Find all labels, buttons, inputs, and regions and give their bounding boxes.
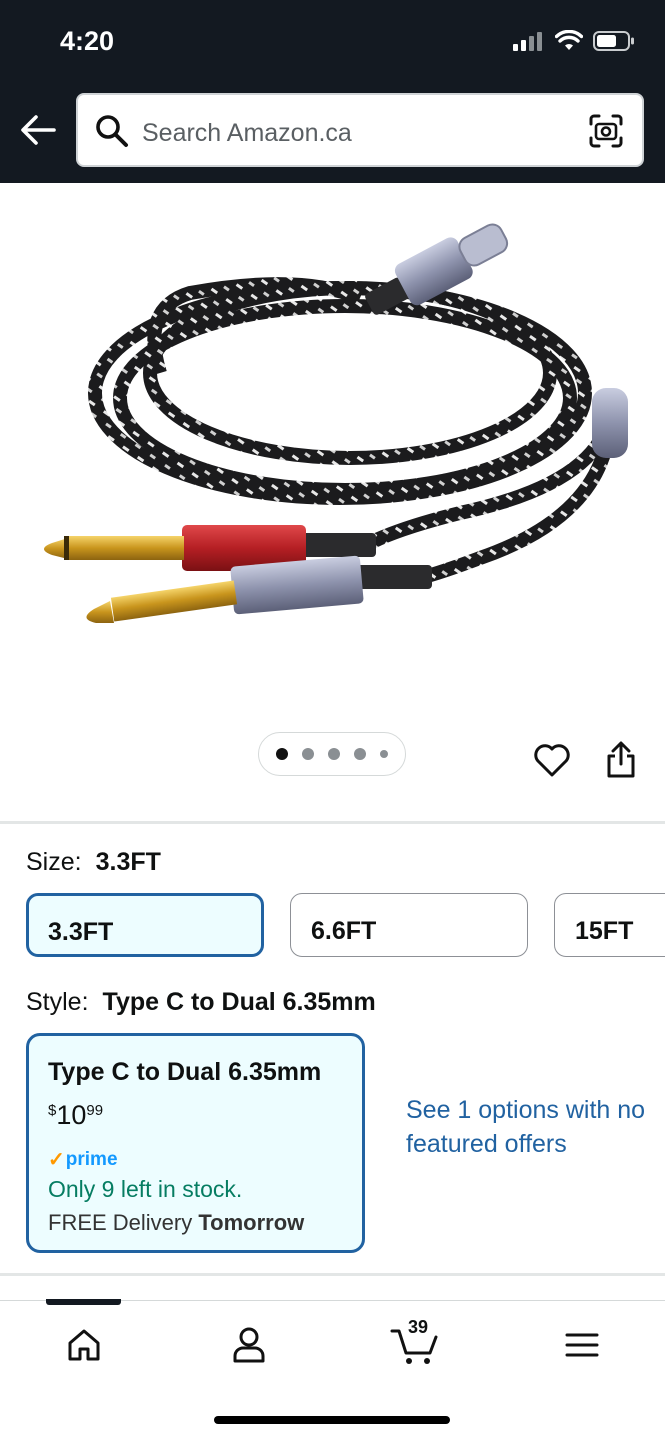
image-carousel-indicator[interactable] (258, 732, 406, 776)
top-bar: 4:20 Search Amazon.ca (0, 0, 665, 183)
home-indicator (214, 1416, 450, 1424)
carousel-dot (354, 748, 366, 760)
style-label: Style: Type C to Dual 6.35mm (26, 988, 376, 1016)
status-icons (513, 30, 635, 52)
stock-status: Only 9 left in stock. (48, 1176, 243, 1202)
style-selected-value: Type C to Dual 6.35mm (102, 988, 376, 1016)
divider (0, 821, 665, 824)
camera-scan-icon[interactable] (588, 113, 624, 149)
size-selected-value: 3.3FT (95, 848, 161, 876)
price: $1099 (48, 1100, 104, 1130)
heart-icon[interactable] (532, 740, 572, 780)
search-input[interactable]: Search Amazon.ca (76, 93, 644, 167)
share-icon[interactable] (603, 740, 639, 780)
nav-active-indicator (46, 1299, 121, 1305)
person-icon[interactable] (227, 1323, 271, 1367)
product-image[interactable] (0, 183, 665, 723)
carousel-dot (302, 748, 314, 760)
home-icon[interactable] (62, 1323, 106, 1367)
cellular-signal-icon (513, 32, 542, 51)
carousel-dot (380, 750, 388, 758)
prime-badge: ✓ prime (48, 1148, 118, 1172)
carousel-dot (328, 748, 340, 760)
battery-icon (593, 31, 634, 51)
back-arrow-icon[interactable] (18, 110, 58, 150)
style-option-title: Type C to Dual 6.35mm (48, 1058, 322, 1086)
style-option-card[interactable]: Type C to Dual 6.35mm $1099 ✓ prime Only … (26, 1033, 365, 1253)
size-option-15ft[interactable]: 15FT (554, 893, 665, 957)
size-option-3-3ft[interactable]: 3.3FT (26, 893, 264, 957)
search-icon (96, 115, 128, 147)
size-option-6-6ft[interactable]: 6.6FT (290, 893, 528, 957)
see-options-link[interactable]: See 1 options with no featured offers (406, 1093, 646, 1161)
size-label: Size: 3.3FT (26, 848, 161, 876)
delivery-info: FREE Delivery Tomorrow (48, 1210, 305, 1235)
status-time: 4:20 (60, 26, 115, 56)
divider (0, 1273, 665, 1276)
menu-icon[interactable] (560, 1323, 604, 1367)
prime-check-icon: ✓ (48, 1149, 65, 1171)
cart-count-badge: 39 (408, 1317, 429, 1337)
carousel-dot-active (276, 748, 288, 760)
wifi-icon (555, 30, 583, 50)
search-placeholder: Search Amazon.ca (142, 119, 352, 147)
